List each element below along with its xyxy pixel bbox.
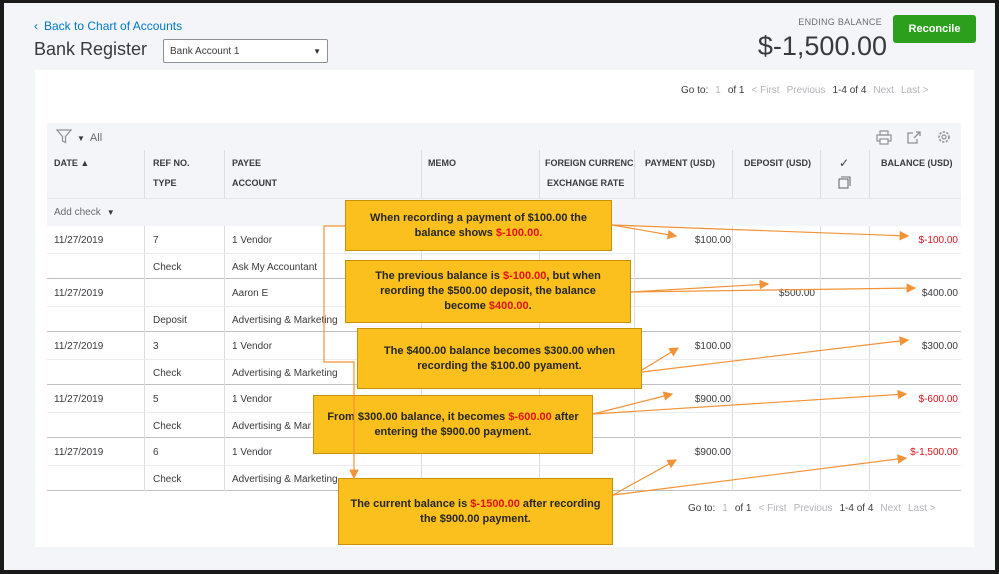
next-page-link[interactable]: Next: [880, 503, 901, 514]
account-select-value: Bank Account 1: [170, 45, 240, 57]
column-payee[interactable]: PAYEE: [232, 158, 261, 168]
txn-payment: $900.00: [694, 447, 731, 458]
column-type[interactable]: TYPE: [153, 178, 177, 188]
record-range: 1-4 of 4: [832, 85, 867, 96]
txn-balance: $-100.00: [918, 235, 958, 246]
txn-balance: $300.00: [921, 341, 958, 352]
checkmark-icon: ✓: [839, 156, 850, 170]
reconcile-button[interactable]: Reconcile: [893, 15, 976, 43]
goto-page-input[interactable]: 1: [715, 85, 721, 96]
column-balance[interactable]: BALANCE (USD): [881, 158, 953, 168]
txn-account: Advertising & Marketing: [232, 368, 338, 379]
txn-balance: $-1,500.00: [910, 447, 958, 458]
add-check-dropdown[interactable]: Add check ▼: [54, 207, 115, 218]
column-exchange-rate[interactable]: EXCHANGE RATE: [547, 178, 624, 188]
txn-balance: $-600.00: [918, 394, 958, 405]
txn-type: Check: [153, 474, 182, 485]
txn-ref-no: 6: [153, 447, 159, 458]
txn-payment: $900.00: [694, 394, 731, 405]
txn-type: Deposit: [153, 315, 187, 326]
export-icon[interactable]: [905, 128, 923, 146]
txn-account: Ask My Accountant: [232, 262, 318, 273]
txn-payment: $100.00: [694, 235, 731, 246]
previous-page-link[interactable]: Previous: [787, 85, 826, 96]
column-account[interactable]: ACCOUNT: [232, 178, 277, 188]
first-page-link[interactable]: < First: [752, 85, 780, 96]
txn-payee: 1 Vendor: [232, 341, 273, 352]
annotation-callout-4: From $300.00 balance, it becomes $-600.0…: [313, 395, 593, 454]
txn-payee: 1 Vendor: [232, 447, 273, 458]
goto-page-input[interactable]: 1: [722, 503, 728, 514]
goto-label: Go to:: [681, 85, 709, 96]
txn-balance: $400.00: [921, 288, 958, 299]
next-page-link[interactable]: Next: [873, 85, 894, 96]
ending-balance-amount: $-1,500.00: [757, 31, 887, 61]
column-foreign-currency[interactable]: FOREIGN CURRENC: [545, 158, 633, 168]
txn-type: Check: [153, 262, 182, 273]
first-page-link[interactable]: < First: [759, 503, 787, 514]
pagination-bottom: Go to: 1 of 1 < First Previous 1-4 of 4 …: [688, 503, 935, 514]
txn-ref-no: 3: [153, 341, 159, 352]
txn-deposit: $500.00: [778, 288, 815, 299]
annotation-callout-5: The current balance is $-1500.00 after r…: [338, 478, 613, 545]
caret-down-icon: ▼: [106, 208, 115, 217]
txn-type: Check: [153, 421, 182, 432]
column-ref-no[interactable]: REF NO.: [153, 158, 190, 168]
annotation-callout-2: The previous balance is $-100.00, but wh…: [345, 260, 631, 323]
txn-date: 11/27/2019: [54, 235, 104, 246]
txn-account: Advertising & Marketing: [232, 474, 338, 485]
page-count: of 1: [734, 503, 752, 514]
page-title: Bank Register: [34, 39, 148, 59]
txn-date: 11/27/2019: [54, 341, 104, 352]
pagination-top: Go to: 1 of 1 < First Previous 1-4 of 4 …: [681, 85, 928, 96]
caret-down-icon: ▼: [313, 46, 321, 56]
txn-account: Advertising & Marketing: [232, 315, 338, 326]
column-payment[interactable]: PAYMENT (USD): [645, 158, 715, 168]
column-memo[interactable]: MEMO: [428, 158, 456, 168]
gear-icon[interactable]: [935, 128, 953, 146]
record-range: 1-4 of 4: [839, 503, 874, 514]
filter-dropdown[interactable]: ▼ All: [55, 129, 103, 147]
txn-payee: 1 Vendor: [232, 394, 273, 405]
grid-header: DATE ▲ REF NO. TYPE PAYEE ACCOUNT MEMO F…: [47, 150, 961, 198]
annotation-callout-1: When recording a payment of $100.00 the …: [345, 200, 612, 251]
last-page-link[interactable]: Last >: [901, 85, 929, 96]
txn-ref-no: 7: [153, 235, 159, 246]
txn-type: Check: [153, 368, 182, 379]
txn-ref-no: 5: [153, 394, 159, 405]
previous-page-link[interactable]: Previous: [794, 503, 833, 514]
add-check-label: Add check: [54, 207, 101, 218]
goto-label: Go to:: [688, 503, 716, 514]
txn-date: 11/27/2019: [54, 394, 104, 405]
column-date[interactable]: DATE ▲: [54, 158, 89, 168]
last-page-link[interactable]: Last >: [908, 503, 936, 514]
txn-payment: $100.00: [694, 341, 731, 352]
toolbar-icons: [875, 128, 953, 146]
page-count: of 1: [727, 85, 745, 96]
print-icon[interactable]: [875, 128, 893, 146]
chevron-left-icon: ‹: [34, 19, 38, 33]
txn-date: 11/27/2019: [54, 447, 104, 458]
copy-icon[interactable]: [838, 176, 851, 191]
caret-down-icon: ▼: [77, 133, 85, 143]
ending-balance-label: ENDING BALANCE: [798, 17, 882, 27]
back-link-label: Back to Chart of Accounts: [44, 19, 183, 33]
account-select[interactable]: Bank Account 1 ▼: [163, 39, 328, 63]
column-deposit[interactable]: DEPOSIT (USD): [744, 158, 811, 168]
txn-account: Advertising & Mar: [232, 421, 311, 432]
back-to-chart-of-accounts-link[interactable]: ‹ Back to Chart of Accounts: [34, 19, 182, 33]
txn-date: 11/27/2019: [54, 288, 104, 299]
txn-payee: Aaron E: [232, 288, 269, 299]
register-toolbar: ▼ All: [47, 123, 961, 150]
txn-payee: 1 Vendor: [232, 235, 273, 246]
annotation-callout-3: The $400.00 balance becomes $300.00 when…: [357, 328, 642, 389]
filter-label: All: [89, 132, 103, 144]
filter-icon: [55, 129, 73, 147]
